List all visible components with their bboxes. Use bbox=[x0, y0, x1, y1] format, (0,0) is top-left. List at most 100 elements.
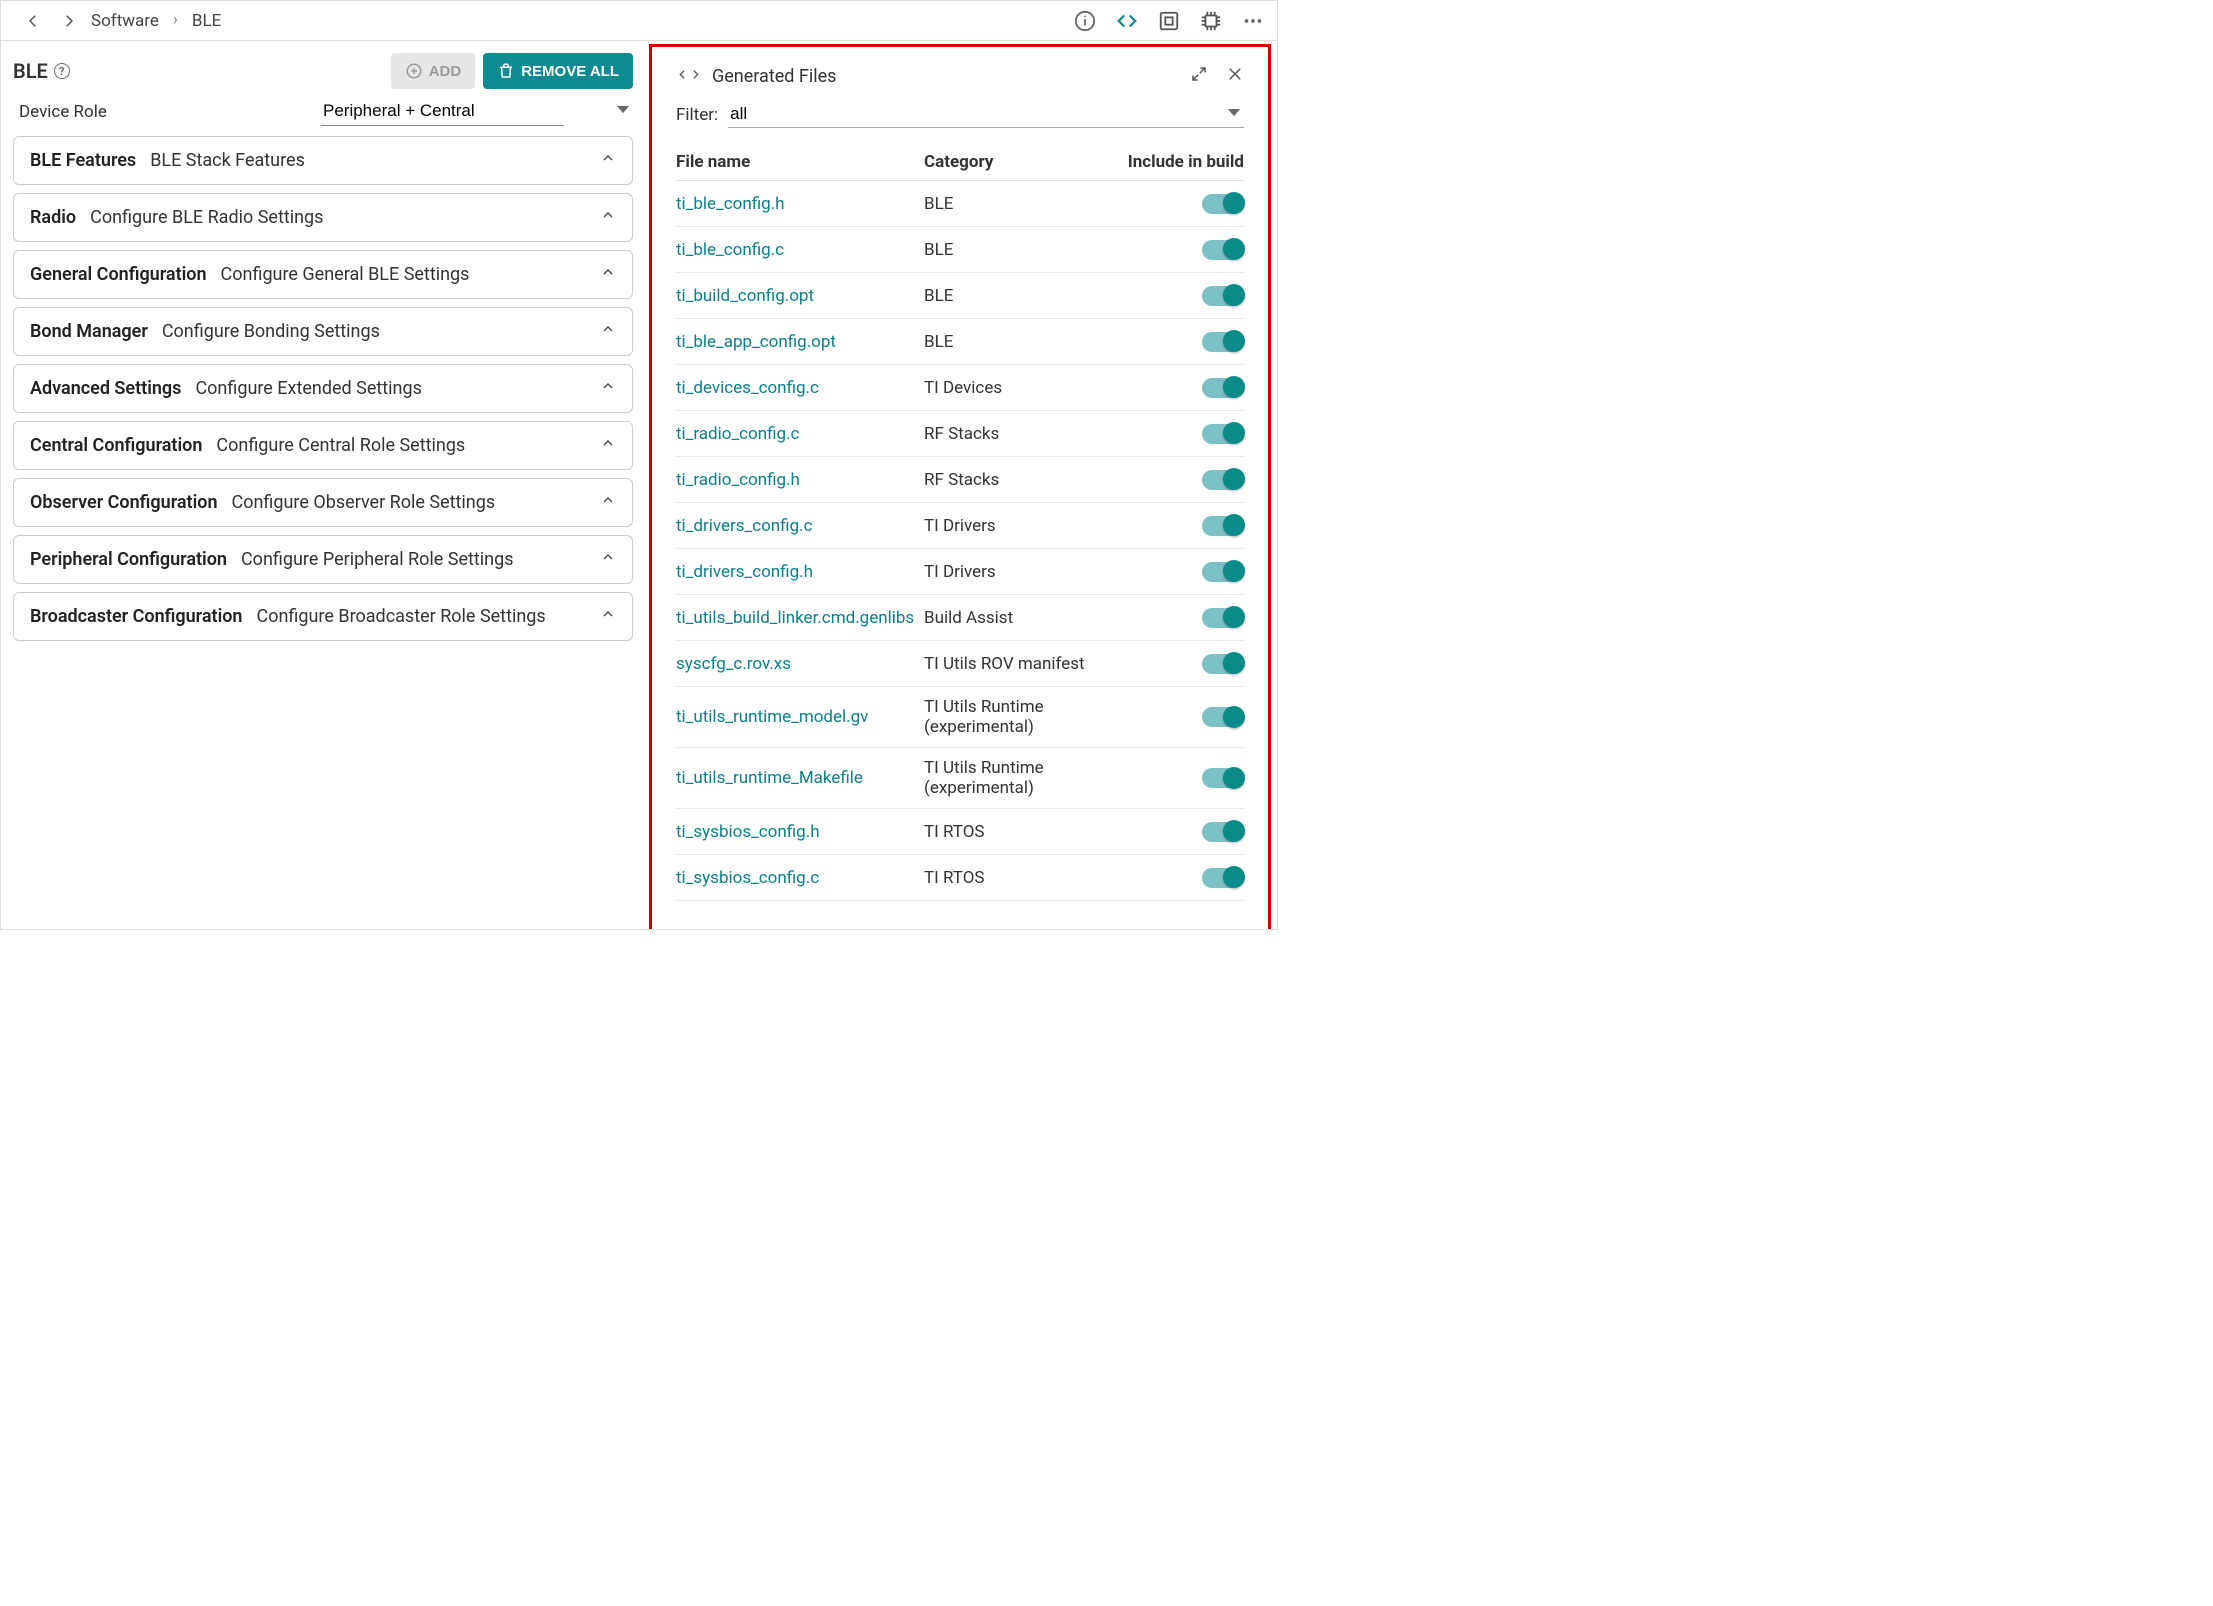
remove-all-button[interactable]: REMOVE ALL bbox=[483, 53, 633, 89]
section-title: Broadcaster Configuration bbox=[30, 606, 242, 627]
include-toggle[interactable] bbox=[1202, 240, 1244, 260]
section-desc: Configure Peripheral Role Settings bbox=[241, 549, 514, 570]
include-toggle[interactable] bbox=[1202, 822, 1244, 842]
file-name-link[interactable]: ti_build_config.opt bbox=[676, 286, 924, 306]
file-name-link[interactable]: ti_radio_config.h bbox=[676, 470, 924, 490]
file-category: BLE bbox=[924, 286, 1114, 306]
help-icon[interactable]: ? bbox=[54, 63, 70, 79]
include-toggle[interactable] bbox=[1202, 608, 1244, 628]
include-toggle[interactable] bbox=[1202, 516, 1244, 536]
file-category: TI Utils ROV manifest bbox=[924, 654, 1114, 674]
include-toggle[interactable] bbox=[1202, 332, 1244, 352]
section-desc: Configure Extended Settings bbox=[195, 378, 421, 399]
file-name-link[interactable]: ti_drivers_config.h bbox=[676, 562, 924, 582]
breadcrumb-root[interactable]: Software bbox=[91, 11, 159, 31]
include-toggle[interactable] bbox=[1202, 286, 1244, 306]
chevron-up-icon bbox=[600, 435, 616, 456]
close-button[interactable] bbox=[1226, 65, 1244, 88]
info-button[interactable] bbox=[1071, 7, 1099, 35]
file-row: ti_utils_runtime_model.gvTI Utils Runtim… bbox=[676, 687, 1244, 748]
file-name-link[interactable]: ti_utils_build_linker.cmd.genlibs bbox=[676, 608, 924, 628]
filter-select[interactable] bbox=[728, 102, 1244, 128]
include-toggle[interactable] bbox=[1202, 562, 1244, 582]
file-name-link[interactable]: ti_ble_app_config.opt bbox=[676, 332, 924, 352]
file-name-link[interactable]: ti_ble_config.h bbox=[676, 194, 924, 214]
file-name-link[interactable]: syscfg_c.rov.xs bbox=[676, 654, 924, 674]
grid-icon bbox=[1158, 10, 1180, 32]
include-toggle[interactable] bbox=[1202, 424, 1244, 444]
chevron-up-icon bbox=[600, 321, 616, 342]
chevron-up-icon bbox=[600, 378, 616, 399]
section-card[interactable]: Observer ConfigurationConfigure Observer… bbox=[13, 478, 633, 527]
file-row: ti_sysbios_config.hTI RTOS bbox=[676, 809, 1244, 855]
section-title: Observer Configuration bbox=[30, 492, 218, 513]
file-name-link[interactable]: ti_ble_config.c bbox=[676, 240, 924, 260]
chevron-up-icon bbox=[600, 207, 616, 228]
section-desc: Configure Broadcaster Role Settings bbox=[256, 606, 545, 627]
nav-forward-button[interactable] bbox=[55, 7, 83, 35]
include-toggle[interactable] bbox=[1202, 194, 1244, 214]
generated-files-title: Generated Files bbox=[712, 66, 836, 87]
section-desc: Configure General BLE Settings bbox=[221, 264, 470, 285]
include-toggle[interactable] bbox=[1202, 654, 1244, 674]
section-card[interactable]: Central ConfigurationConfigure Central R… bbox=[13, 421, 633, 470]
section-card[interactable]: Advanced SettingsConfigure Extended Sett… bbox=[13, 364, 633, 413]
section-desc: BLE Stack Features bbox=[150, 150, 305, 171]
section-card[interactable]: Radio Configure BLE Radio Settings bbox=[13, 193, 633, 242]
section-title: BLE Features bbox=[30, 150, 136, 171]
info-icon bbox=[1074, 10, 1096, 32]
file-category: TI Devices bbox=[924, 378, 1114, 398]
file-name-link[interactable]: ti_radio_config.c bbox=[676, 424, 924, 444]
more-icon bbox=[1242, 10, 1264, 32]
device-role-select[interactable] bbox=[321, 97, 564, 126]
file-row: ti_devices_config.cTI Devices bbox=[676, 365, 1244, 411]
include-toggle[interactable] bbox=[1202, 768, 1244, 788]
file-name-link[interactable]: ti_sysbios_config.c bbox=[676, 868, 924, 888]
col-category: Category bbox=[924, 152, 1114, 172]
file-row: ti_radio_config.hRF Stacks bbox=[676, 457, 1244, 503]
section-title: Radio bbox=[30, 207, 76, 228]
include-toggle[interactable] bbox=[1202, 868, 1244, 888]
chevron-up-icon bbox=[600, 264, 616, 285]
chevron-up-icon bbox=[600, 492, 616, 513]
section-card[interactable]: Bond ManagerConfigure Bonding Settings bbox=[13, 307, 633, 356]
file-row: ti_drivers_config.cTI Drivers bbox=[676, 503, 1244, 549]
chevron-up-icon bbox=[600, 549, 616, 570]
include-toggle[interactable] bbox=[1202, 707, 1244, 727]
expand-icon bbox=[1190, 65, 1208, 83]
add-button-label: ADD bbox=[429, 63, 462, 80]
file-category: BLE bbox=[924, 240, 1114, 260]
file-name-link[interactable]: ti_sysbios_config.h bbox=[676, 822, 924, 842]
breadcrumb-leaf[interactable]: BLE bbox=[192, 11, 221, 31]
expand-button[interactable] bbox=[1190, 65, 1208, 88]
section-card[interactable]: General ConfigurationConfigure General B… bbox=[13, 250, 633, 299]
chip-icon bbox=[1200, 10, 1222, 32]
show-code-button[interactable] bbox=[1113, 7, 1141, 35]
section-desc: Configure BLE Radio Settings bbox=[90, 207, 323, 228]
trash-icon bbox=[497, 62, 515, 80]
section-card[interactable]: Peripheral ConfigurationConfigure Periph… bbox=[13, 535, 633, 584]
gen-next-button[interactable] bbox=[689, 67, 702, 86]
board-view-button[interactable] bbox=[1155, 7, 1183, 35]
plus-circle-icon bbox=[405, 62, 423, 80]
generated-files-pane: Generated Files Filter: File name Catego… bbox=[649, 44, 1271, 929]
section-desc: Configure Central Role Settings bbox=[216, 435, 465, 456]
section-card[interactable]: BLE Features BLE Stack Features bbox=[13, 136, 633, 185]
remove-all-button-label: REMOVE ALL bbox=[521, 63, 619, 80]
file-category: TI Drivers bbox=[924, 516, 1114, 536]
file-name-link[interactable]: ti_utils_runtime_model.gv bbox=[676, 707, 924, 727]
file-row: syscfg_c.rov.xsTI Utils ROV manifest bbox=[676, 641, 1244, 687]
file-row: ti_radio_config.cRF Stacks bbox=[676, 411, 1244, 457]
add-button[interactable]: ADD bbox=[391, 53, 476, 89]
section-card[interactable]: Broadcaster Configuration Configure Broad… bbox=[13, 592, 633, 641]
device-view-button[interactable] bbox=[1197, 7, 1225, 35]
file-name-link[interactable]: ti_utils_runtime_Makefile bbox=[676, 768, 924, 788]
more-menu-button[interactable] bbox=[1239, 7, 1267, 35]
file-name-link[interactable]: ti_devices_config.c bbox=[676, 378, 924, 398]
file-category: BLE bbox=[924, 332, 1114, 352]
include-toggle[interactable] bbox=[1202, 470, 1244, 490]
gen-prev-button[interactable] bbox=[676, 67, 689, 86]
file-name-link[interactable]: ti_drivers_config.c bbox=[676, 516, 924, 536]
nav-back-button[interactable] bbox=[19, 7, 47, 35]
include-toggle[interactable] bbox=[1202, 378, 1244, 398]
